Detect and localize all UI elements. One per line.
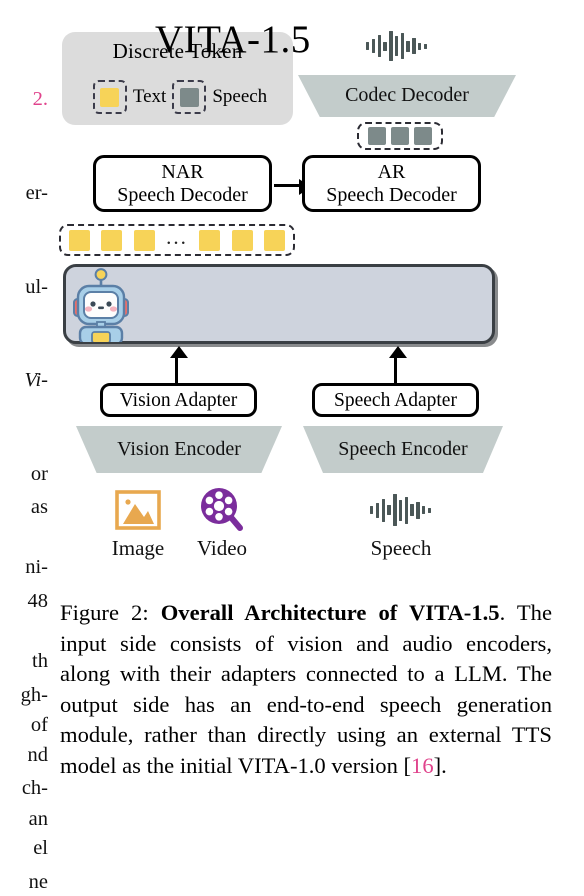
speech-adapter-label: Speech Adapter [334, 389, 457, 411]
video-label: Video [196, 536, 248, 560]
caption-body: . The input side consists of vision and … [60, 600, 552, 778]
architecture-figure: Discrete Token Text Speech Codec Decoder… [0, 0, 584, 586]
ar-decoder-line2: Speech Decoder [326, 183, 457, 206]
speech-token [414, 127, 432, 145]
speech-encoder-shape: Speech Encoder [303, 426, 503, 473]
token-ellipsis: ... [166, 225, 188, 249]
margin-line: of [30, 714, 48, 737]
nar-speech-decoder-box: NAR Speech Decoder [93, 155, 272, 212]
speech-token-strip [357, 122, 443, 150]
codec-decoder-label: Codec Decoder [345, 84, 469, 106]
ar-decoder-line1: AR [377, 160, 406, 183]
legend-items: Text Speech [70, 80, 293, 114]
caption-prefix: Figure 2: [60, 600, 161, 625]
codec-decoder-shape: Codec Decoder [298, 75, 516, 117]
text-token-swatch [100, 87, 120, 107]
margin-line: 48 [27, 590, 49, 613]
text-token [231, 229, 253, 251]
nar-decoder-line2: Speech Decoder [117, 183, 248, 206]
text-token [101, 229, 123, 251]
caption-bold-title: Overall Architecture of VITA-1.5 [160, 600, 500, 625]
text-token [199, 229, 221, 251]
text-token [133, 229, 155, 251]
audio-waveform-icon-output [366, 30, 428, 62]
speech-encoder-label: Speech Encoder [338, 438, 468, 460]
speech-token [368, 127, 386, 145]
speech-token [391, 127, 409, 145]
robot-icon [73, 268, 129, 342]
legend-label-text: Text [132, 86, 167, 107]
nar-to-ar-arrow [274, 179, 311, 196]
vision-adapter-label: Vision Adapter [119, 389, 238, 411]
caption-body-end: ]. [433, 752, 447, 778]
text-token [69, 229, 90, 251]
vision-encoder-label: Vision Encoder [117, 438, 241, 460]
legend-swatch-speech [172, 80, 207, 114]
speech-adapter-to-llm-arrow [389, 346, 408, 383]
vision-adapter-box: Vision Adapter [100, 383, 257, 417]
paper-page: 2. er- ul- Vi- or ni- th nd el as 48 gh-… [0, 0, 584, 896]
citation-link[interactable]: 16 [411, 753, 434, 778]
text-token [264, 229, 285, 251]
speech-adapter-box: Speech Adapter [312, 383, 479, 417]
figure-caption: Figure 2: Overall Architecture of VITA-1… [60, 598, 552, 782]
text-token-strip: ... [59, 224, 295, 256]
legend-label-speech: Speech [212, 86, 268, 107]
speech-token-swatch [179, 87, 199, 107]
audio-waveform-icon-input [370, 493, 432, 527]
vision-adapter-to-llm-arrow [170, 346, 189, 383]
speech-label: Speech [370, 536, 432, 560]
ar-speech-decoder-box: AR Speech Decoder [302, 155, 481, 212]
llm-label: VITA-1.5 [155, 18, 311, 61]
legend-swatch-text [92, 80, 127, 114]
margin-line: an [28, 808, 48, 831]
film-reel-icon [201, 488, 243, 531]
image-icon [115, 490, 161, 530]
vision-encoder-shape: Vision Encoder [76, 426, 282, 473]
nar-decoder-line1: NAR [161, 160, 204, 183]
left-margin-text-bottom: of an os m- re to ld [0, 648, 48, 896]
